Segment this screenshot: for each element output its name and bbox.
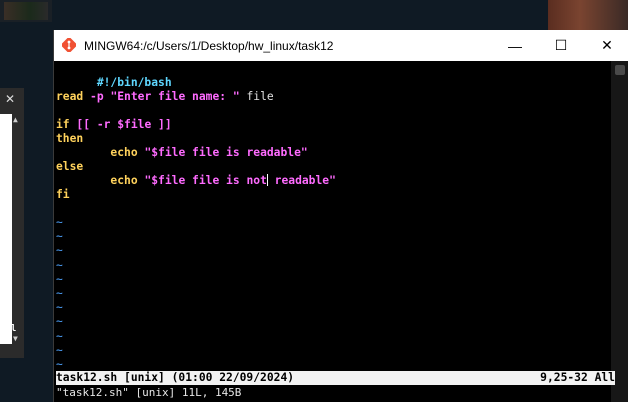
echo2-keyword: echo bbox=[110, 174, 138, 187]
title-bar[interactable]: MINGW64:/c/Users/1/Desktop/hw_linux/task… bbox=[54, 30, 628, 61]
read-var: file bbox=[239, 90, 274, 103]
desktop-thumbnail-right bbox=[548, 0, 628, 32]
else-keyword: else bbox=[56, 160, 84, 173]
code-line-7: echo "$file file is readable" bbox=[56, 146, 308, 160]
minimize-icon: — bbox=[508, 37, 522, 54]
status-file-info: task12.sh [unix] (01:00 22/09/2024) bbox=[56, 371, 295, 384]
background-window[interactable]: ✕ ▲ All ▼ bbox=[0, 88, 24, 358]
echo1-string: "$file file is readable" bbox=[137, 146, 308, 159]
read-keyword: read bbox=[56, 90, 84, 103]
maximize-button[interactable]: ☐ bbox=[538, 30, 584, 61]
empty-line-tilde: ~ bbox=[56, 329, 63, 343]
if-open: [[ bbox=[69, 118, 97, 131]
fi-keyword: fi bbox=[56, 188, 70, 201]
close-button[interactable]: ✕ bbox=[584, 30, 628, 61]
thumbnail-image bbox=[4, 2, 48, 20]
empty-line-tilde: ~ bbox=[56, 216, 63, 229]
code-line-10: fi bbox=[56, 188, 70, 202]
empty-line-tilde: ~ bbox=[56, 287, 63, 300]
shebang-text: #!/bin/bash bbox=[96, 76, 172, 90]
minimize-button[interactable]: — bbox=[492, 30, 538, 61]
code-line-6: then bbox=[56, 132, 83, 146]
echo1-keyword: echo bbox=[110, 146, 138, 159]
desktop-thumbnail-left bbox=[0, 0, 52, 22]
background-window-content bbox=[0, 114, 12, 344]
echo2-indent bbox=[56, 174, 110, 187]
maximize-icon: ☐ bbox=[554, 37, 568, 53]
window-title: MINGW64:/c/Users/1/Desktop/hw_linux/task… bbox=[84, 39, 334, 53]
empty-line-tilde: ~ bbox=[56, 301, 63, 315]
empty-line-tilde: ~ bbox=[56, 343, 63, 357]
close-icon: ✕ bbox=[601, 37, 613, 53]
code-line-3: read -p "Enter file name: " file bbox=[56, 90, 274, 104]
if-keyword: if bbox=[56, 118, 70, 131]
echo1-indent bbox=[56, 146, 110, 159]
empty-line-tilde: ~ bbox=[56, 258, 63, 272]
empty-line-tilde: ~ bbox=[56, 230, 63, 244]
empty-line-tilde: ~ bbox=[56, 315, 63, 329]
code-line-5: if [[ -r $file ]] bbox=[56, 118, 172, 132]
background-close-icon[interactable]: ✕ bbox=[5, 92, 15, 106]
code-line-8: else bbox=[56, 160, 83, 174]
if-close: ]] bbox=[151, 118, 172, 131]
terminal-scrollbar[interactable] bbox=[611, 61, 628, 402]
empty-line-tilde: ~ bbox=[56, 272, 63, 286]
if-var: $file bbox=[117, 118, 152, 131]
git-bash-icon bbox=[62, 38, 76, 52]
read-flag: -p bbox=[83, 90, 111, 103]
vim-status-bar: task12.sh [unix] (01:00 22/09/2024) 9,25… bbox=[56, 371, 615, 385]
scrollbar-thumb[interactable] bbox=[615, 65, 625, 75]
status-position: 9,25-32 All bbox=[540, 371, 615, 384]
scroll-up-icon[interactable]: ▲ bbox=[13, 115, 18, 124]
code-line-9: echo "$file file is not readable" bbox=[56, 174, 336, 188]
vim-editor[interactable]: #!/bin/bash read -p "Enter file name: " … bbox=[56, 61, 611, 402]
if-test: -r bbox=[96, 118, 118, 131]
echo2-string-a: "$file file is not bbox=[137, 174, 267, 187]
echo2-string-b: readable" bbox=[267, 174, 336, 187]
background-tag: All bbox=[0, 324, 17, 334]
scroll-down-icon[interactable]: ▼ bbox=[13, 334, 18, 343]
vim-message-line: "task12.sh" [unix] 11L, 145B bbox=[56, 386, 242, 399]
terminal-window[interactable]: MINGW64:/c/Users/1/Desktop/hw_linux/task… bbox=[53, 30, 628, 402]
read-prompt: "Enter file name: " bbox=[110, 90, 240, 103]
empty-line-tilde: ~ bbox=[56, 244, 63, 258]
then-keyword: then bbox=[56, 132, 84, 145]
